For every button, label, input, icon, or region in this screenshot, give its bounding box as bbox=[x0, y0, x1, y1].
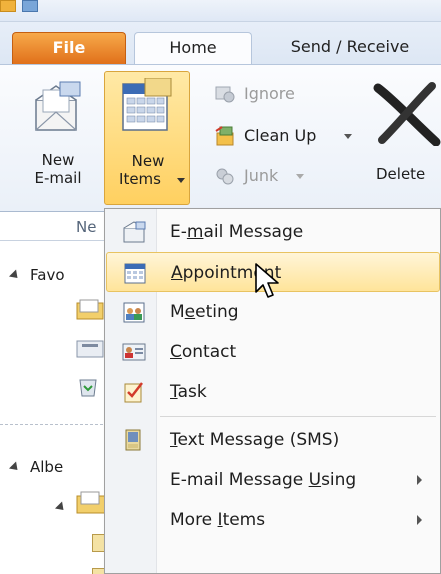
account-expand-icon[interactable] bbox=[8, 461, 22, 474]
menu-item-label: More Items bbox=[170, 510, 266, 530]
outlook-quick-icon[interactable] bbox=[0, 0, 16, 12]
favorites-header[interactable]: Favo bbox=[30, 266, 65, 284]
ribbon-group-label-new: Ne bbox=[76, 218, 97, 236]
menu-item-contact[interactable]: Contact bbox=[106, 332, 440, 372]
tab-send-receive[interactable]: Send / Receive bbox=[250, 32, 441, 64]
account-header[interactable]: Albe bbox=[30, 458, 63, 476]
contact-card-icon bbox=[122, 343, 146, 361]
menu-item-task[interactable]: Task bbox=[106, 372, 440, 412]
ignore-icon bbox=[215, 86, 235, 103]
new-items-dropdown-caret bbox=[177, 178, 185, 183]
calendar-icon bbox=[124, 263, 146, 284]
menu-item-label: E-mail Message bbox=[170, 222, 304, 242]
ribbon-tab-row: File Home Send / Receive bbox=[0, 22, 441, 64]
menu-item-label: Task bbox=[170, 382, 207, 402]
delete-x-icon bbox=[373, 82, 441, 146]
new-items-button[interactable]: New Items bbox=[104, 71, 190, 205]
menu-item-label: E-mail Message Using bbox=[170, 470, 357, 490]
new-email-label-line1: New bbox=[41, 151, 75, 169]
task-icon bbox=[124, 382, 143, 403]
delete-label: Delete bbox=[376, 165, 426, 183]
meeting-icon bbox=[123, 302, 145, 323]
favorite-sent-folder-icon[interactable] bbox=[76, 336, 104, 358]
send-receive-quick-icon[interactable] bbox=[22, 0, 38, 12]
nav-section-divider bbox=[0, 424, 108, 425]
clean-up-label: Clean Up bbox=[244, 126, 317, 145]
navigation-pane: Ne Favo Albe bbox=[0, 212, 108, 574]
junk-dropdown-caret bbox=[296, 174, 304, 179]
account-inbox-folder-icon[interactable] bbox=[76, 490, 106, 514]
menu-separator bbox=[160, 416, 436, 417]
menu-item-email-message-using[interactable]: E-mail Message Using bbox=[106, 460, 440, 500]
favorite-inbox-folder-icon[interactable] bbox=[76, 298, 104, 320]
menu-item-label: Contact bbox=[170, 342, 237, 362]
junk-label: Junk bbox=[244, 166, 279, 185]
favorites-expand-icon[interactable] bbox=[8, 269, 22, 282]
new-items-calendar-icon bbox=[122, 78, 172, 131]
new-items-label-line2: Items bbox=[119, 170, 161, 188]
clean-up-dropdown-caret bbox=[344, 134, 352, 139]
delete-button[interactable]: Delete bbox=[362, 82, 441, 202]
new-email-icon bbox=[35, 81, 81, 131]
new-email-button[interactable]: New E-mail bbox=[28, 78, 88, 204]
tab-home[interactable]: Home bbox=[134, 32, 252, 64]
junk-icon bbox=[216, 168, 234, 185]
submenu-arrow-icon bbox=[417, 515, 422, 525]
window-title-bar bbox=[0, 0, 441, 22]
clean-up-icon bbox=[215, 126, 234, 146]
tab-file[interactable]: File bbox=[12, 32, 126, 64]
menu-item-more-items[interactable]: More Items bbox=[106, 500, 440, 540]
new-email-label-line2: E-mail bbox=[34, 169, 82, 187]
nav-top-divider bbox=[0, 240, 108, 241]
ignore-label: Ignore bbox=[244, 84, 295, 103]
menu-item-label: Meeting bbox=[170, 302, 239, 322]
menu-item-email-message[interactable]: E-mail Message bbox=[106, 212, 440, 252]
mouse-cursor-icon bbox=[255, 263, 279, 298]
submenu-arrow-icon bbox=[417, 475, 422, 485]
text-message-icon bbox=[125, 429, 141, 451]
inbox-expand-icon[interactable] bbox=[54, 501, 68, 514]
email-message-icon bbox=[123, 221, 146, 243]
menu-item-label: Text Message (SMS) bbox=[170, 430, 340, 450]
menu-item-text-message[interactable]: Text Message (SMS) bbox=[106, 420, 440, 460]
new-items-label-line1: New bbox=[131, 152, 165, 170]
favorite-deleted-items-icon[interactable] bbox=[76, 374, 100, 398]
